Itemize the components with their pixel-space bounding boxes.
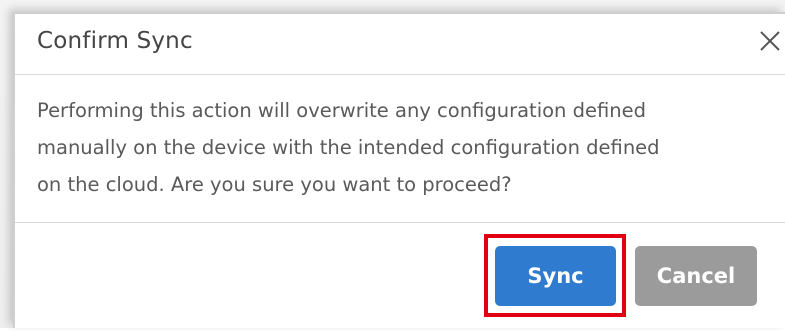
dialog-header: Confirm Sync	[15, 14, 785, 75]
dialog-footer: Sync Cancel	[15, 222, 785, 331]
close-icon[interactable]	[757, 28, 783, 54]
dialog-message-line: Performing this action will overwrite an…	[37, 99, 646, 122]
cancel-button[interactable]: Cancel	[635, 246, 757, 306]
sync-button[interactable]: Sync	[495, 246, 616, 306]
dialog-title: Confirm Sync	[37, 28, 193, 54]
confirm-sync-dialog: Confirm Sync Performing this action will…	[13, 12, 785, 328]
dialog-message-line: on the cloud. Are you sure you want to p…	[37, 173, 512, 196]
dialog-message-line: manually on the device with the intended…	[37, 136, 660, 159]
dialog-message: Performing this action will overwrite an…	[37, 92, 767, 203]
